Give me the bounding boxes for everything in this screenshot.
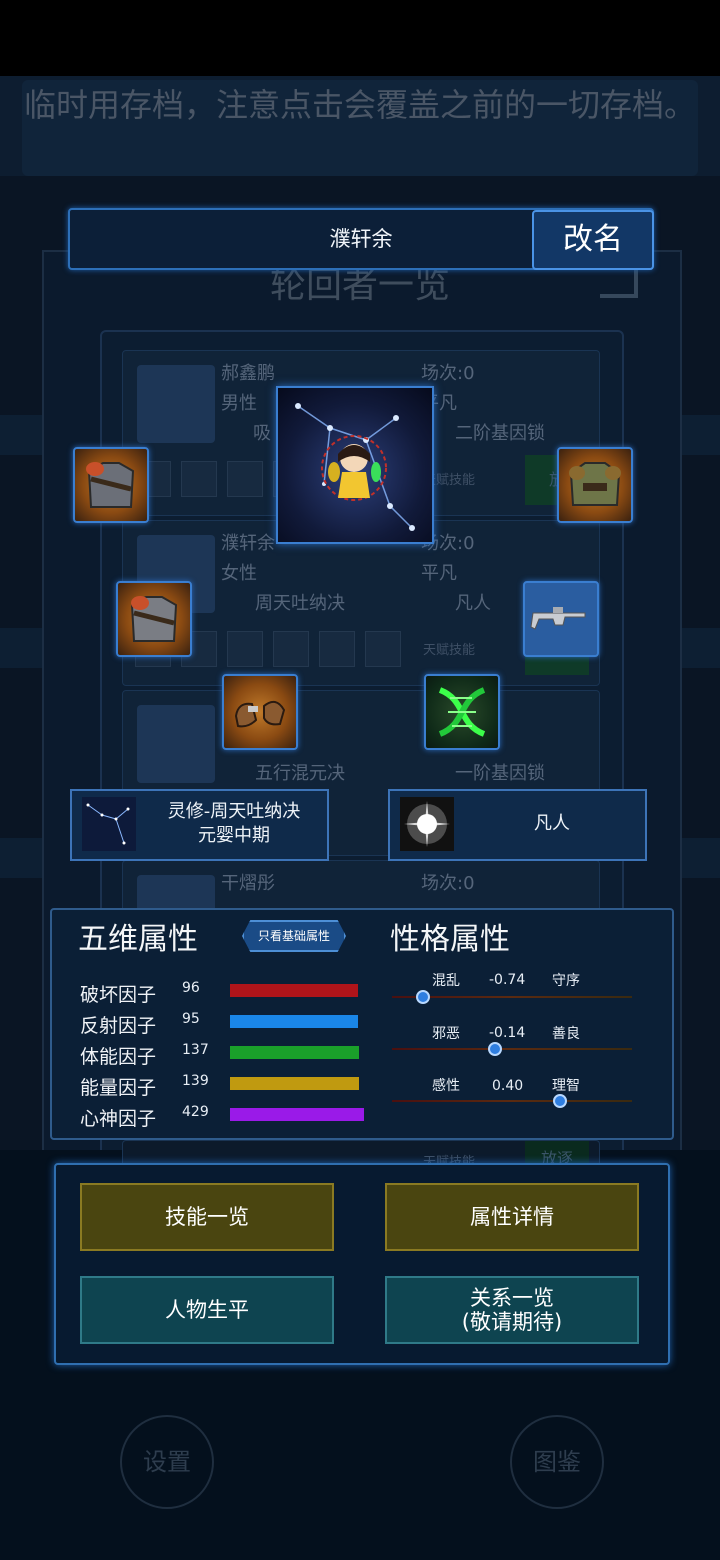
attribute-panel: 五维属性 只看基础属性 性格属性 破坏因子 96 反射因子 95 体能因子 13… [50, 908, 674, 1140]
action-panel: 技能一览 属性详情 人物生平 关系一览 (敬请期待) [54, 1163, 670, 1365]
character-avatar[interactable] [276, 386, 434, 544]
trait-left: 感性 [432, 1078, 460, 1094]
equip-slot-weapon[interactable] [523, 581, 599, 657]
card-grade: 平凡 [421, 563, 457, 584]
skills-button[interactable]: 技能一览 [80, 1183, 334, 1251]
attr-label: 破坏因子 [80, 984, 157, 1006]
attr-value: 96 [182, 980, 200, 996]
attr-label: 能量因子 [80, 1077, 157, 1099]
dna-icon [438, 687, 486, 737]
card-gender: 男性 [221, 393, 257, 414]
relations-button[interactable]: 关系一览 (敬请期待) [385, 1276, 639, 1344]
trait-left: 邪恶 [432, 1026, 460, 1042]
status-bar [0, 0, 720, 76]
trait-knob [416, 990, 430, 1004]
trait-knob [553, 1094, 567, 1108]
trait-right: 守序 [552, 973, 580, 989]
card-gender: 女性 [221, 563, 257, 584]
trait-track [392, 1048, 632, 1050]
armor-icon [569, 462, 621, 506]
armor-icon [86, 462, 135, 508]
constellation-icon [295, 403, 415, 531]
attr-label: 反射因子 [80, 1015, 157, 1037]
trait-right: 善良 [552, 1026, 580, 1042]
biography-button[interactable]: 人物生平 [80, 1276, 334, 1344]
equip-slot-dna[interactable] [424, 674, 500, 750]
cultivation-stage: 元婴中期 [198, 825, 270, 846]
card-name: 濮轩余 [221, 533, 275, 554]
card-gene-lock: 一阶基因锁 [455, 763, 545, 784]
relations-label: 关系一览 [470, 1286, 554, 1310]
avatar [137, 705, 215, 783]
attr-bar [230, 1077, 359, 1090]
atlas-button[interactable]: 图鉴 [510, 1415, 604, 1509]
trait-right: 理智 [552, 1078, 580, 1094]
attr-value: 429 [182, 1104, 209, 1120]
rename-button[interactable]: 改名 [532, 210, 654, 270]
equip-slot-gloves[interactable] [222, 674, 298, 750]
card-technique: 五行混元决 [255, 763, 345, 784]
trait-value: 0.40 [492, 1078, 524, 1094]
save-notice: 临时用存档，注意点击会覆盖之前的一切存档。 [0, 76, 720, 176]
armor-icon [130, 596, 178, 642]
trait-value: -0.74 [489, 972, 526, 988]
attr-value: 137 [182, 1042, 209, 1058]
attr-bar [230, 1046, 359, 1059]
attr-bar [230, 1108, 364, 1121]
trait-value: -0.14 [489, 1025, 526, 1041]
personality-title: 性格属性 [390, 922, 510, 957]
attr-value: 139 [182, 1073, 209, 1089]
gloves-icon [234, 700, 286, 728]
trait-knob [488, 1042, 502, 1056]
cultivation-method: 灵修-周天吐纳决 [167, 801, 301, 822]
equip-slot-right-armor[interactable] [557, 447, 633, 523]
starburst-icon [400, 797, 454, 851]
attr-bar [230, 1015, 358, 1028]
card-gene-lock: 凡人 [455, 593, 491, 614]
settings-button[interactable]: 设置 [120, 1415, 214, 1509]
bloodline-name: 凡人 [534, 813, 570, 834]
card-talent: 天赋技能 [423, 643, 476, 658]
card-name: 郝鑫鹏 [221, 363, 275, 384]
cultivation-method-box[interactable]: 灵修-周天吐纳决 元婴中期 [70, 789, 329, 861]
attr-bar [230, 984, 358, 997]
five-dims-title: 五维属性 [78, 922, 198, 957]
attr-label: 体能因子 [80, 1046, 157, 1068]
trait-track [392, 1100, 632, 1102]
attr-value: 95 [182, 1011, 200, 1027]
card-scene: 场次:0 [421, 873, 475, 894]
rifle-icon [530, 607, 586, 630]
card-name: 干熠彤 [221, 873, 275, 894]
constellation-icon [82, 797, 136, 851]
basic-attr-toggle[interactable]: 只看基础属性 [242, 920, 346, 952]
attr-detail-button[interactable]: 属性详情 [385, 1183, 639, 1251]
avatar [137, 365, 215, 443]
save-notice-text: 临时用存档，注意点击会覆盖之前的一切存档。 [23, 86, 696, 124]
card-technique: 吸 [253, 423, 271, 444]
relations-sublabel: (敬请期待) [461, 1310, 563, 1334]
equip-slot-chest-armor[interactable] [116, 581, 192, 657]
trait-left: 混乱 [432, 973, 460, 989]
card-technique: 周天吐纳决 [255, 593, 345, 614]
equip-slot-left-armor[interactable] [73, 447, 149, 523]
bloodline-box[interactable]: 凡人 [388, 789, 647, 861]
attr-label: 心神因子 [80, 1108, 157, 1130]
card-scene: 场次:0 [421, 363, 475, 384]
card-gene-lock: 二阶基因锁 [455, 423, 545, 444]
